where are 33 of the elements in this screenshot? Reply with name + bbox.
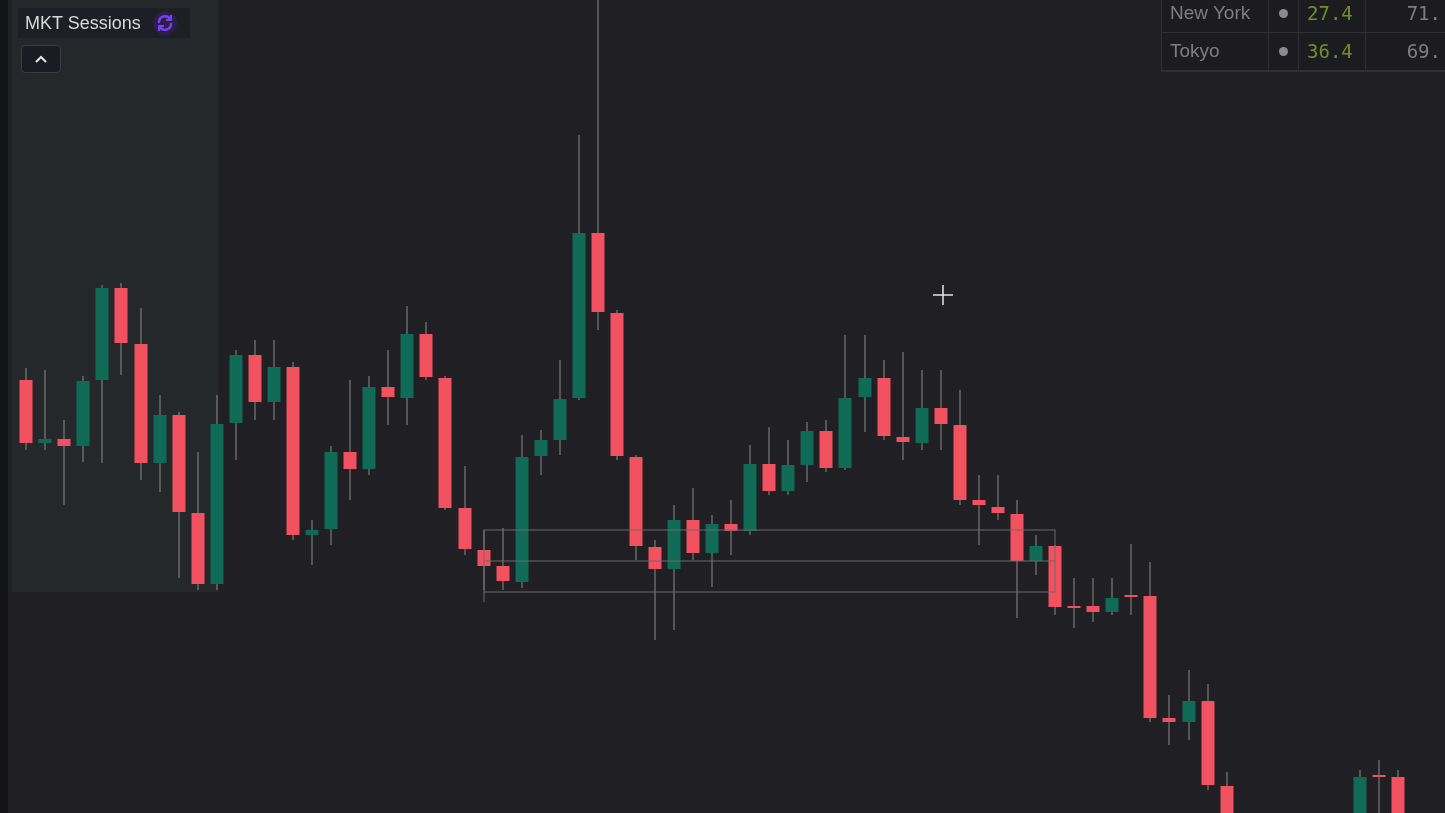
table-cell: 36.4 — [1299, 33, 1366, 70]
crosshair-icon — [932, 284, 954, 306]
candle — [1182, 669, 1196, 741]
candle — [800, 421, 814, 483]
candle — [1162, 694, 1176, 746]
candle — [534, 429, 548, 476]
collapse-button[interactable] — [21, 45, 61, 73]
candle — [991, 474, 1005, 521]
candle — [972, 474, 986, 546]
candle — [1372, 759, 1386, 813]
candle — [1353, 769, 1367, 813]
candle — [819, 419, 833, 473]
candle — [724, 499, 738, 556]
indicator-legend[interactable]: MKT Sessions — [18, 8, 190, 38]
table-cell: 27.4 — [1299, 0, 1366, 32]
chevron-up-icon — [35, 55, 47, 63]
candle — [762, 426, 776, 496]
candle — [1029, 534, 1043, 576]
candle — [1220, 771, 1234, 813]
table-cell: New York — [1162, 0, 1269, 32]
candle — [496, 527, 510, 591]
candle — [305, 519, 319, 566]
candle — [781, 439, 795, 496]
indicator-title: MKT Sessions — [25, 11, 141, 35]
candle — [1067, 577, 1081, 629]
candle — [419, 321, 433, 381]
table-cell: Tokyo — [1162, 33, 1269, 70]
table-cell-text: 69. — [1405, 39, 1442, 65]
table-cell-text: 71. — [1405, 1, 1442, 27]
candle — [1105, 577, 1119, 616]
candle — [1086, 577, 1100, 623]
candle — [1391, 769, 1405, 813]
refresh-icon[interactable] — [152, 11, 177, 35]
